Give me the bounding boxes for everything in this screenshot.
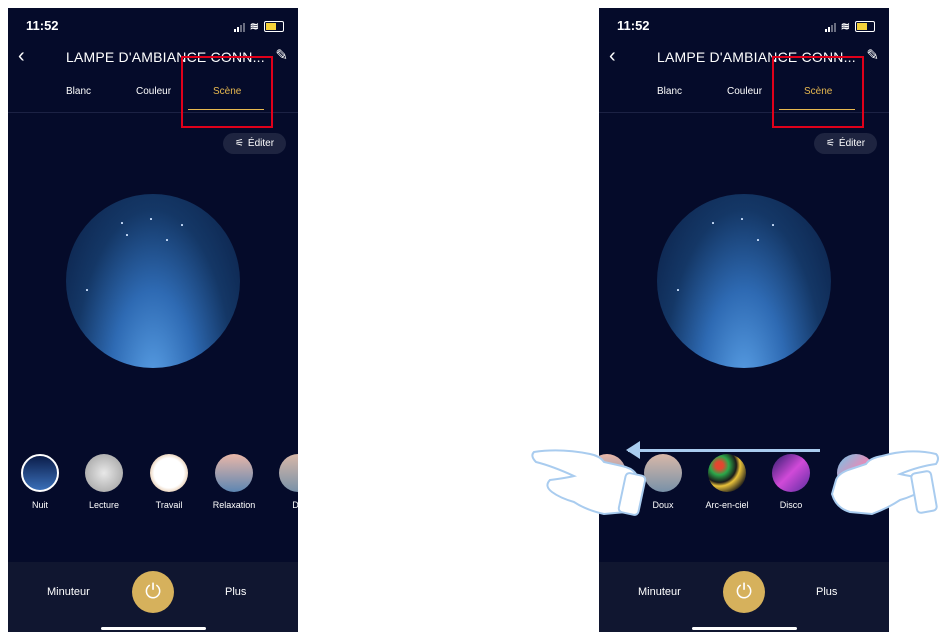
highlight-box [772,56,864,128]
power-icon: ⏻ [145,580,161,603]
more-button[interactable]: Plus [225,586,246,598]
tab-blanc[interactable]: Blanc [66,86,91,97]
scene-thumb [85,454,123,492]
scene-thumb [215,454,253,492]
scene-item-lecture[interactable]: Lecture [72,454,136,510]
scene-item-nuit[interactable]: Nuit [8,454,72,510]
highlight-box [181,56,273,128]
star [86,289,88,291]
tab-couleur[interactable]: Couleur [727,86,762,97]
power-button[interactable]: ⏻ [723,571,765,613]
scene-list: Nuit Lecture Travail Relaxation Do [8,454,298,524]
scene-label: Arc-en-ciel [705,500,749,510]
sliders-icon: ⚟ [234,138,244,149]
star [712,222,714,224]
pencil-icon[interactable]: ✎ [866,46,879,64]
back-button[interactable]: ‹ [609,46,616,66]
scene-item-travail[interactable]: Travail [137,454,201,510]
wifi-icon: ≋ [249,21,259,33]
scene-label: Travail [155,500,183,510]
scene-item-relaxation[interactable]: Relaxation [202,454,266,510]
back-button[interactable]: ‹ [18,46,25,66]
scene-thumb [772,454,810,492]
phone-screen-left: 11:52 ≋ ‹ LAMPE D'AMBIANCE CONN... ✎ Bla… [8,8,298,632]
battery-icon [855,21,875,32]
hand-pointer-icon [531,449,647,516]
status-icons: ≋ [824,20,875,33]
scene-label: Disco [779,500,803,510]
sliders-icon: ⚟ [825,138,835,149]
scene-label: Nuit [31,500,48,510]
wifi-icon: ≋ [840,21,850,33]
scene-label: Relaxation [212,500,256,510]
status-time: 11:52 [617,18,650,33]
status-bar: 11:52 ≋ [26,18,284,34]
bottom-bar: Minuteur ⏻ Plus [599,562,889,632]
status-icons: ≋ [233,20,284,33]
star [757,239,759,241]
scene-thumb [150,454,188,492]
pencil-icon[interactable]: ✎ [275,46,288,64]
scene-item-doux[interactable]: Do [266,454,298,510]
edit-button-label: Éditer [838,138,866,149]
star [772,224,774,226]
edit-button-label: Éditer [247,138,275,149]
status-time: 11:52 [26,18,59,33]
edit-button[interactable]: ⚟ Éditer [223,133,286,154]
signal-icon [233,22,245,32]
power-icon: ⏻ [736,580,752,603]
scene-label: Lecture [88,500,120,510]
star [741,218,743,220]
hand-pointer-icon [830,450,939,516]
tab-blanc[interactable]: Blanc [657,86,682,97]
star [181,224,183,226]
scene-thumb [279,454,298,492]
power-button[interactable]: ⏻ [132,571,174,613]
scene-thumb [708,454,746,492]
star [126,234,128,236]
scene-item-disco[interactable]: Disco [759,454,823,510]
battery-icon [264,21,284,32]
star [677,289,679,291]
scene-label: Do [292,500,298,510]
star [150,218,152,220]
home-indicator [101,627,206,630]
tab-couleur[interactable]: Couleur [136,86,171,97]
edit-button[interactable]: ⚟ Éditer [814,133,877,154]
signal-icon [824,22,836,32]
scene-preview [66,194,240,368]
star [166,239,168,241]
status-bar: 11:52 ≋ [617,18,875,34]
scene-thumb [21,454,59,492]
more-button[interactable]: Plus [816,586,837,598]
bottom-bar: Minuteur ⏻ Plus [8,562,298,632]
timer-button[interactable]: Minuteur [47,586,90,598]
scene-preview [657,194,831,368]
swipe-arrow [628,449,820,452]
star [121,222,123,224]
phone-screen-right: 11:52 ≋ ‹ LAMPE D'AMBIANCE CONN... ✎ Bla… [599,8,889,632]
home-indicator [692,627,797,630]
scene-item-arc-en-ciel[interactable]: Arc-en-ciel [695,454,759,510]
timer-button[interactable]: Minuteur [638,586,681,598]
